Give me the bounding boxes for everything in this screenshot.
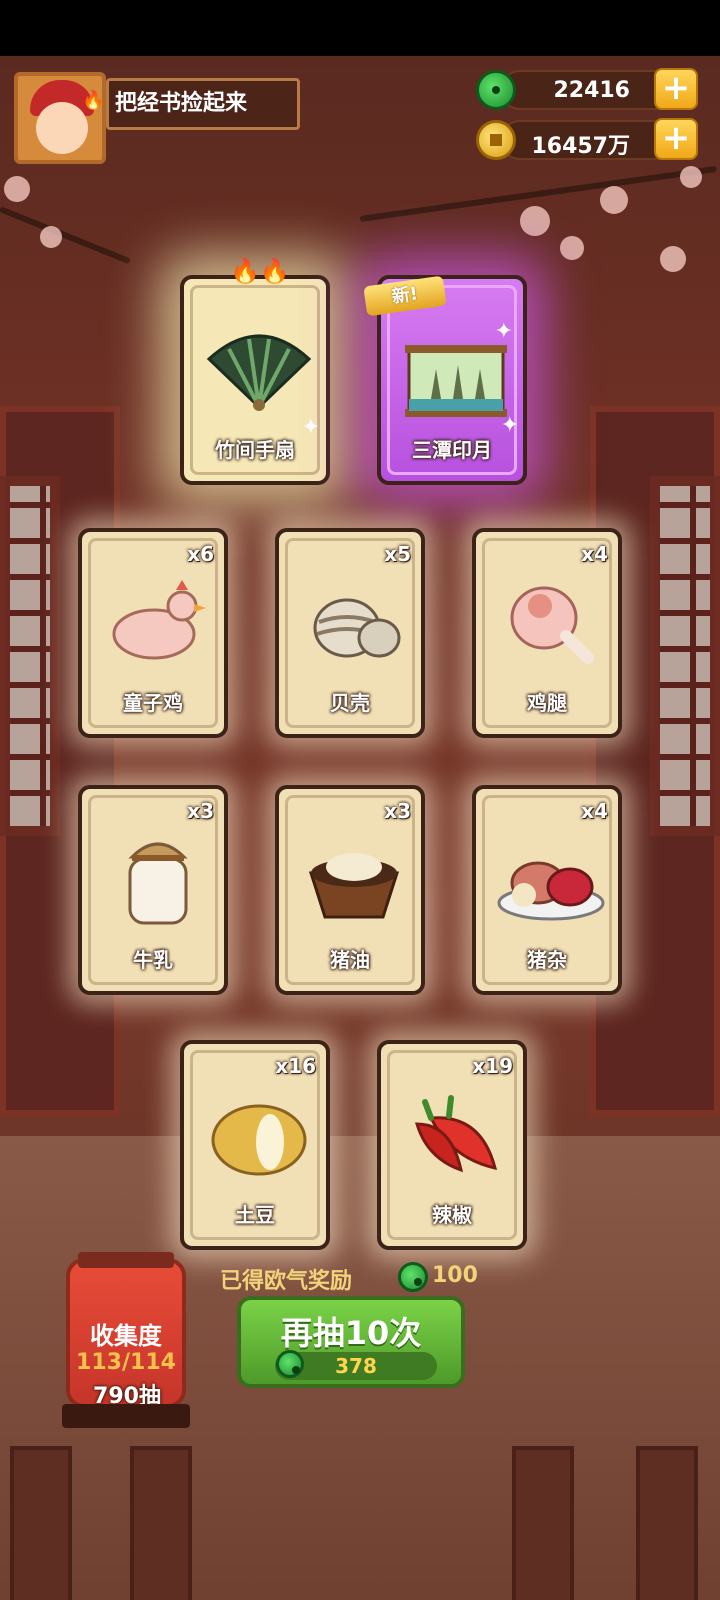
blossom [40,226,62,248]
card-chicken[interactable]: x6 童子鸡 [78,528,228,738]
blossom [4,176,30,202]
card-name: 鸡腿 [527,691,567,715]
card-quantity: x4 [581,542,608,566]
card-quantity: x5 [384,542,411,566]
jade-icon [476,70,516,110]
avatar-face [36,102,88,154]
card-lard[interactable]: x3 猪油 [275,785,425,995]
blossom [600,186,628,214]
coin-amount: 16457万 [531,134,630,159]
jade-icon [398,1262,428,1292]
status-bar [0,0,720,56]
jade-icon [276,1350,304,1378]
add-coin-button[interactable]: + [654,118,698,160]
fence-post [130,1446,192,1600]
collection-label: 收集度 [90,1322,162,1350]
shell-icon [313,598,401,658]
drumstick-icon [510,586,594,664]
player-avatar[interactable]: 🔥 [14,72,106,164]
card-quantity: x19 [472,1054,513,1078]
chicken-icon [112,580,206,660]
card-name: 猪杂 [527,948,567,972]
card-quantity: x3 [187,799,214,823]
fence-post [512,1446,574,1600]
card-drumstick[interactable]: x4 鸡腿 [472,528,622,738]
reward-amount: 100 [432,1263,478,1288]
add-jade-button[interactable]: + [654,68,698,110]
milk-jar-icon [128,842,188,925]
card-milk[interactable]: x3 牛乳 [78,785,228,995]
jade-amount: 22416 [553,78,630,103]
card-santan-yinyue[interactable]: 新! ✦ ✦ 三潭印月 [363,275,527,485]
fence-post [10,1446,72,1600]
quest-title[interactable]: 把经书捡起来 [106,78,300,130]
card-quantity: x3 [384,799,411,823]
sparkle-icon: ✦ [494,319,513,344]
card-bamboo-fan[interactable]: 🔥🔥 ✦ 竹间手扇 [180,257,330,485]
flame-icon: 🔥 [82,90,105,111]
lantern-stand [62,1404,190,1428]
card-name: 三潭印月 [412,438,492,462]
card-name: 童子鸡 [123,691,183,715]
card-name: 土豆 [235,1203,275,1227]
card-name: 竹间手扇 [215,438,295,462]
card-quantity: x16 [275,1054,316,1078]
blossom [680,166,702,188]
lattice-window-right [650,476,720,836]
collection-progress: 113/114 [76,1350,176,1375]
lattice-window-left [0,476,60,836]
fire-icon: 🔥🔥 [230,257,290,285]
card-name: 贝壳 [330,691,370,715]
card-name: 猪油 [330,948,370,972]
reward-label: 已得欧气奖励 [220,1269,353,1294]
lard-bowl-icon [308,853,400,919]
blossom [560,236,584,260]
draw-again-label: 再抽10次 [280,1314,422,1352]
card-shell[interactable]: x5 贝壳 [275,528,425,738]
card-quantity: x4 [581,799,608,823]
card-potato[interactable]: x16 土豆 [180,1040,330,1250]
card-name: 辣椒 [432,1203,472,1227]
bamboo-fan-icon [206,334,312,411]
offal-plate-icon [497,861,605,921]
lantern-cap [78,1252,174,1268]
potato-icon [211,1104,307,1176]
card-chili[interactable]: x19 辣椒 [377,1040,527,1250]
blossom [660,246,686,272]
blossom [520,206,550,236]
fence-post [636,1446,698,1600]
card-name: 牛乳 [133,948,173,972]
card-quantity: x6 [187,542,214,566]
draw-again-button[interactable]: 再抽10次 378 [237,1296,465,1388]
card-offal[interactable]: x4 猪杂 [472,785,622,995]
branch [0,206,131,265]
chili-icon [414,1095,498,1173]
coin-icon [476,120,516,160]
